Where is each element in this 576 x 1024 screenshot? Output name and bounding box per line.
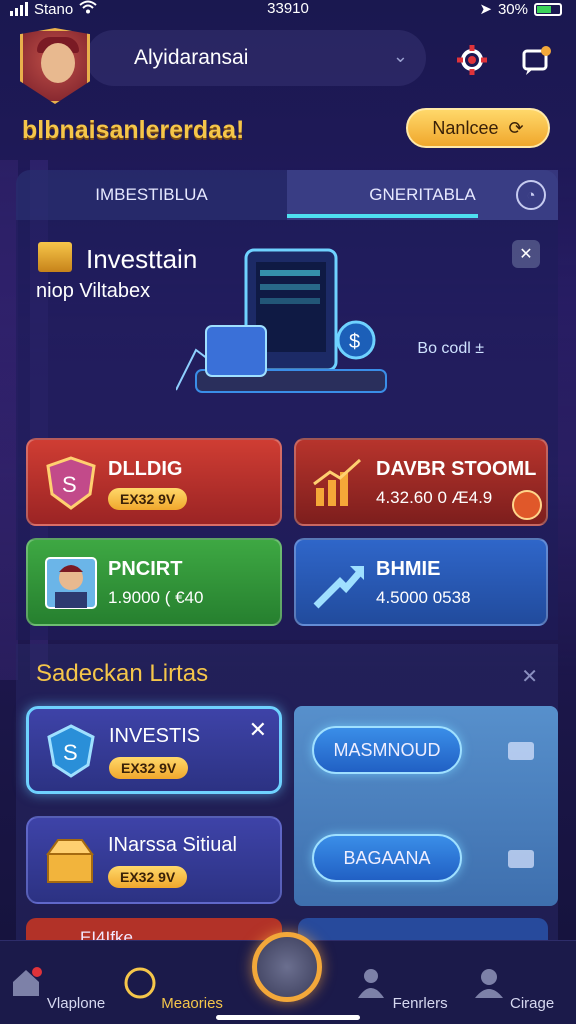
trend-arrow-icon [313,566,364,609]
shield-dollar-icon: S [47,724,95,778]
nav-label: Fenrlers [392,995,448,1012]
shield-icon: S [46,456,96,510]
action-label: MASMNOUD [333,739,441,760]
card-badge: EX32 9V [108,488,188,510]
card-dlldig[interactable]: S DLLDIG EX32 9V [26,438,282,526]
status-bar: Stano 33910 ➤ 30% [0,0,576,20]
image-icon[interactable] [508,742,534,760]
nav-change[interactable]: Cirage [458,966,568,1012]
avatar-face [41,43,75,83]
avatar[interactable] [20,28,90,104]
action-button-bagaana[interactable]: BAGAANA [312,834,462,882]
svg-text:S: S [62,472,77,497]
tab-label: GNERITABLA [369,185,476,204]
card-title: BHMIE [376,558,441,580]
tab-bar: IMBESTIBLUA GNERITABLA ◔ [16,170,558,220]
section-title: Sadeckan Lirtas [36,660,209,687]
svg-text:$: $ [349,331,360,353]
user-portrait-icon [45,557,97,609]
greeting-text: blbnaisanlererdaa! [22,116,245,144]
action-label: BAGAANA [343,847,431,868]
card-value: 4.5000 0538 [376,588,471,607]
chevron-down-icon: ⌄ [392,46,408,66]
username: Alyidaransai [134,46,249,69]
chat-icon[interactable] [514,38,558,82]
svg-text:S: S [63,740,78,765]
camera-icon[interactable] [508,850,534,868]
list-item-badge: EX32 9V [108,866,188,888]
hero-note: Bo codl ± [417,340,484,357]
close-icon[interactable]: ✕ [249,717,267,743]
bottom-navigation: Vlaplone Meaories Fenrlers Cirage [0,932,576,1024]
location-icon: ➤ [479,1,492,18]
nav-home[interactable]: Vlaplone [2,966,112,1012]
profile-header: Alyidaransai ⌄ [16,24,560,104]
card-title: PNCIRT [108,558,183,580]
refresh-icon: ⟳ [508,117,524,138]
battery-icon [534,2,562,16]
card-title: DAVBR STOOML [376,458,537,480]
action-button-masmnoud[interactable]: MASMNOUD [312,726,462,774]
battery-percent: 30% [497,0,528,18]
nav-partners[interactable]: Fenrlers [346,966,456,1012]
card-davbr-stooml[interactable]: DAVBR STOOML 4.32.60 0 Æ4.9 [294,438,548,526]
list-item-investis[interactable]: S INVESTIS EX32 9V ✕ [26,706,282,794]
card-value: 1.9000 ( €40 [108,588,204,607]
box-icon [38,242,72,272]
tab-investments[interactable]: IMBESTIBLUA [16,170,287,220]
close-icon[interactable]: ✕ [512,240,540,268]
nav-label: Meaories [161,995,223,1012]
nav-label: Cirage [509,995,555,1012]
laptop-illustration: $ [176,248,387,393]
hero-banner: Investtain niop Viltabex ✕ $ Bo codl ± [16,220,558,430]
compass-icon [124,967,156,999]
nav-label: Vlaplone [46,995,106,1012]
list-item-inarssa[interactable]: INarssa Sitiual EX32 9V [26,816,282,904]
actions-panel: MASMNOUD BAGAANA [294,706,558,906]
gear-icon[interactable] [450,38,494,82]
profile-center-button[interactable] [252,932,322,1002]
hero-subtitle: niop Viltabex [36,280,151,302]
card-pncirt[interactable]: PNCIRT 1.9000 ( €40 [26,538,282,626]
treasure-box-icon [46,839,94,883]
home-indicator [216,1015,360,1020]
card-title: DLLDIG [108,458,183,480]
list-item-badge: EX32 9V [109,757,189,779]
names-button[interactable]: Nanlcee ⟳ [406,108,550,148]
card-value: 4.32.60 0 Æ4.9 [376,488,493,507]
user-icon [474,969,503,998]
card-bhmie[interactable]: BHMIE 4.5000 0538 [294,538,548,626]
list-item-title: INVESTIS [109,725,201,747]
close-icon[interactable]: ✕ [521,664,538,689]
nav-memories[interactable]: Meaories [118,966,228,1012]
notification-badge-icon [512,490,542,520]
person-suit-icon [358,969,385,998]
growth-chart-icon [313,458,362,506]
account-switcher[interactable]: Alyidaransai ⌄ [86,30,426,86]
list-item-title: INarssa Sitiual [108,834,237,856]
home-icon [12,967,42,996]
info-icon[interactable]: ◔ [516,180,546,210]
names-button-label: Nanlcee [432,117,499,138]
tab-label: IMBESTIBLUA [95,185,208,204]
